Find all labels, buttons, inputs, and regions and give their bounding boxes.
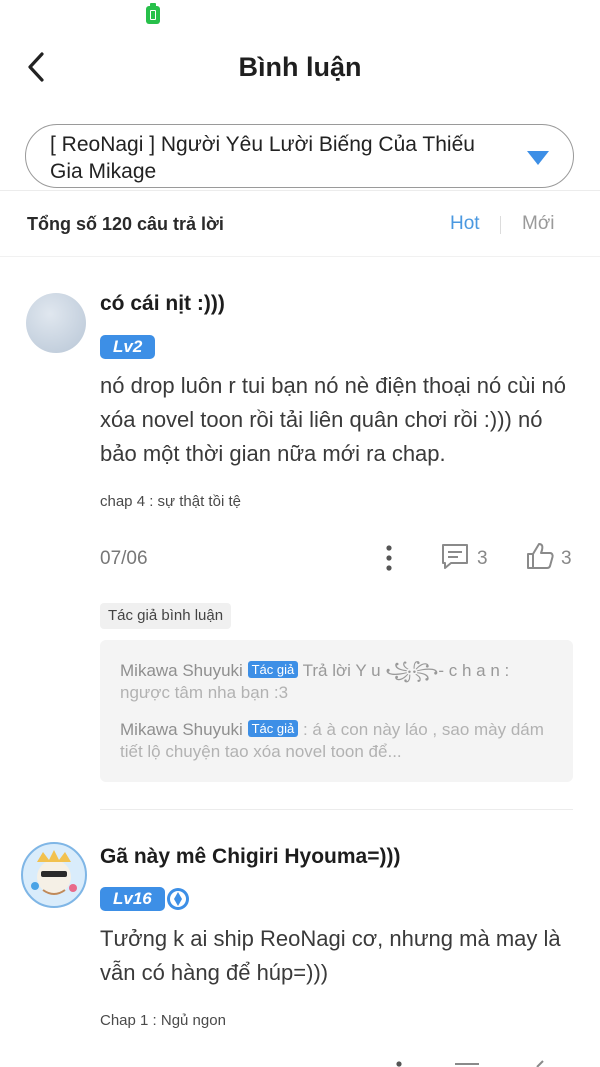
reply-target: Y u ꧁꧂- c h a n :: [355, 661, 510, 680]
total-count: Tổng số 120 câu trả lời: [27, 214, 224, 234]
author-comment-tag: Tác giả bình luận: [100, 603, 232, 629]
sort-divider: [500, 216, 501, 234]
comment-body: Tưởng k ai ship ReoNagi cơ, nhưng mà may…: [100, 926, 561, 985]
comment-icon: [442, 544, 468, 569]
reply-count: 3: [477, 548, 488, 569]
more-options-button[interactable]: [385, 544, 393, 577]
divider: [0, 190, 600, 191]
like-count: 3: [561, 548, 572, 569]
story-select[interactable]: [ ReoNagi ] Người Yêu Lười Biếng Của Thi…: [25, 124, 574, 188]
comment-list-header: Tổng số 120 câu trả lời Hot Mới: [0, 200, 600, 250]
more-vertical-icon[interactable]: [395, 1060, 403, 1067]
avatar[interactable]: [26, 293, 86, 353]
reply-button[interactable]: [440, 542, 470, 575]
avatar[interactable]: [21, 842, 87, 908]
thumbs-up-icon[interactable]: [535, 1059, 555, 1067]
header: Bình luận: [0, 34, 600, 104]
verified-badge-icon: [167, 888, 189, 910]
comment-chapter[interactable]: Chap 1 : Ngủ ngon: [100, 1012, 226, 1029]
author-badge: Tác giả: [247, 661, 299, 678]
comment-icon[interactable]: [452, 1061, 482, 1067]
avatar-image: [21, 842, 87, 908]
comment-chapter[interactable]: chap 4 : sự thật tồi tệ: [100, 493, 241, 510]
reply-author: Mikawa Shuyuki: [120, 720, 243, 739]
level-badge: Lv16: [100, 887, 165, 911]
comment-date: 07/06: [100, 548, 148, 569]
reply-action: Trả lời: [302, 661, 351, 680]
status-bar: [0, 0, 600, 34]
caret-down-icon: [527, 151, 549, 165]
battery-icon: [146, 3, 160, 24]
level-badge: Lv2: [100, 335, 156, 359]
comment-body: nó drop luôn r tui bạn nó nè điện thoại …: [100, 373, 567, 466]
reply-text: ngược tâm nha bạn :3: [120, 683, 289, 702]
like-button[interactable]: [525, 541, 555, 576]
thumbs-up-icon: [527, 543, 554, 569]
reply-preview[interactable]: Mikawa Shuyuki Tác giả Trả lời Y u ꧁꧂- c…: [120, 660, 550, 704]
reply-preview[interactable]: Mikawa Shuyuki Tác giả : á à con này láo…: [120, 719, 550, 763]
comment-username[interactable]: có cái nịt :))): [100, 292, 225, 316]
reply-preview-box[interactable]: Mikawa Shuyuki Tác giả Trả lời Y u ꧁꧂- c…: [100, 640, 573, 782]
divider: [100, 809, 573, 810]
sort-new-tab[interactable]: Mới: [522, 213, 555, 235]
divider: [0, 256, 600, 257]
comment-username[interactable]: Gã này mê Chigiri Hyouma=))): [100, 845, 400, 869]
more-vertical-icon: [386, 545, 392, 571]
story-select-value: [ ReoNagi ] Người Yêu Lười Biếng Của Thi…: [50, 133, 475, 183]
author-badge: Tác giả: [247, 720, 299, 737]
page-title: Bình luận: [238, 52, 362, 82]
reply-author: Mikawa Shuyuki: [120, 661, 243, 680]
sort-hot-tab[interactable]: Hot: [450, 213, 480, 235]
